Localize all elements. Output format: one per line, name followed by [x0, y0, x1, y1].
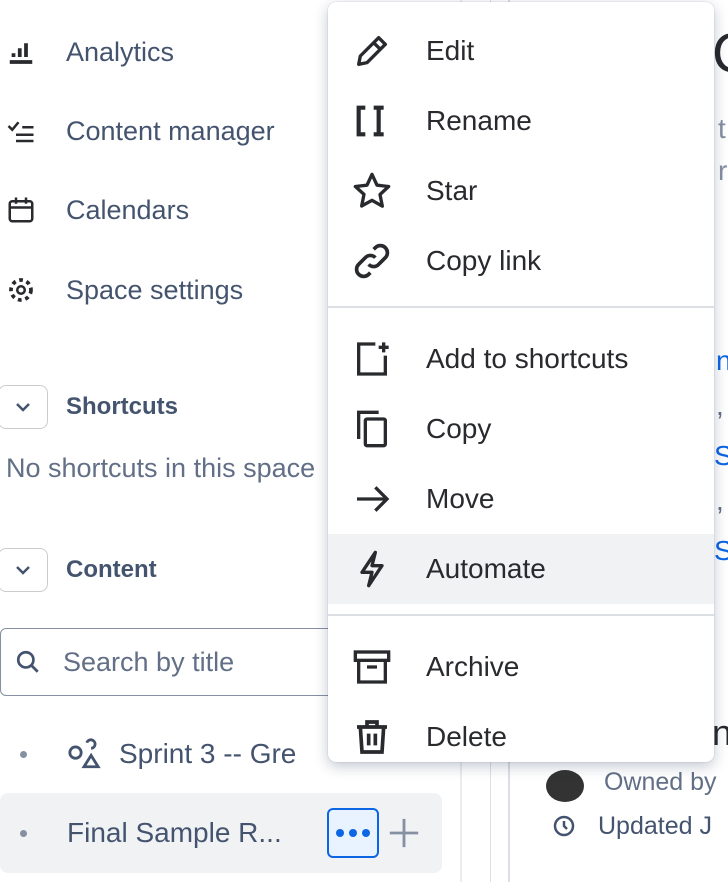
add-shortcut-icon: [357, 342, 389, 376]
context-menu: Edit Rename Star Copy link Add to shortc…: [328, 2, 714, 762]
tree-item-label: Final Sample R...: [67, 817, 282, 848]
sidebar-item-space-settings[interactable]: Space settings: [0, 270, 243, 310]
link-fragment[interactable]: S: [714, 440, 728, 472]
text-fragment: t: [718, 113, 726, 144]
nav-label: Space settings: [66, 274, 244, 305]
nav-label: Calendars: [66, 194, 190, 225]
link-icon: [354, 243, 390, 279]
trash-icon: [357, 720, 387, 754]
calendar-icon: [8, 197, 34, 223]
checklist-icon: [7, 121, 34, 143]
menu-item-copy[interactable]: Copy: [328, 394, 714, 464]
menu-item-label: Copy link: [426, 245, 542, 276]
shortcuts-section-header[interactable]: Shortcuts: [0, 385, 178, 429]
menu-item-label: Copy: [426, 413, 492, 444]
chevron-down-icon[interactable]: [0, 385, 48, 429]
nav-label: Analytics: [66, 36, 175, 67]
archive-icon: [353, 650, 391, 684]
menu-item-archive[interactable]: Archive: [328, 632, 714, 702]
menu-item-automate[interactable]: Automate: [328, 534, 714, 604]
menu-item-add-to-shortcuts[interactable]: Add to shortcuts: [328, 324, 714, 394]
menu-divider: [328, 614, 714, 616]
shortcuts-empty-text: No shortcuts in this space: [6, 453, 316, 483]
avatar: [546, 770, 584, 802]
text-fragment: ,: [716, 390, 724, 421]
link-fragment[interactable]: n: [716, 345, 728, 377]
menu-item-label: Move: [426, 483, 495, 514]
rename-icon: [356, 105, 384, 137]
plus-icon[interactable]: [387, 816, 421, 850]
text-fragment: r: [718, 155, 728, 186]
menu-item-delete[interactable]: Delete: [328, 702, 714, 772]
menu-item-label: Automate: [426, 553, 546, 584]
pencil-icon: [357, 36, 387, 67]
bullet-icon: [20, 829, 27, 837]
owner-text: Owned by: [604, 768, 717, 796]
search-placeholder: Search by title: [63, 646, 235, 677]
sidebar-item-content-manager[interactable]: Content manager: [0, 111, 275, 151]
menu-item-label: Star: [426, 175, 478, 206]
nav-label: Content manager: [66, 115, 275, 146]
menu-item-label: Rename: [426, 105, 532, 136]
updated-text: Updated J: [598, 812, 712, 840]
menu-item-label: Archive: [426, 651, 520, 682]
copy-icon: [357, 410, 387, 448]
clock-icon: [553, 815, 575, 837]
lightning-icon: [360, 550, 384, 588]
section-title: Shortcuts: [66, 393, 179, 420]
menu-item-copy-link[interactable]: Copy link: [328, 226, 714, 296]
arrow-right-icon: [357, 486, 390, 512]
page-title-fragment: C: [712, 20, 728, 85]
search-input[interactable]: Search by title: [0, 628, 360, 696]
tree-item-selected[interactable]: Final Sample R...: [0, 793, 442, 873]
section-title: Content: [66, 556, 157, 583]
more-actions-button[interactable]: [327, 808, 379, 858]
heading-fragment: n: [712, 712, 728, 753]
sidebar-item-calendars[interactable]: Calendars: [0, 190, 189, 230]
bullet-icon: [20, 750, 27, 758]
menu-item-label: Edit: [426, 35, 475, 66]
menu-item-rename[interactable]: Rename: [328, 86, 714, 156]
menu-item-edit[interactable]: Edit: [328, 16, 714, 86]
content-section-header[interactable]: Content: [0, 548, 157, 592]
chevron-down-icon[interactable]: [0, 548, 48, 592]
whiteboard-icon: [68, 738, 101, 769]
menu-divider: [328, 306, 714, 308]
menu-item-move[interactable]: Move: [328, 464, 714, 534]
tree-item-label: Sprint 3 -- Gre: [119, 738, 297, 769]
menu-item-label: Delete: [426, 721, 507, 752]
link-fragment[interactable]: S: [714, 535, 728, 567]
bar-chart-icon: [9, 43, 33, 64]
sidebar-item-analytics[interactable]: Analytics: [0, 32, 174, 72]
search-icon: [16, 650, 39, 673]
text-fragment: ,: [716, 485, 724, 516]
menu-item-star[interactable]: Star: [328, 156, 714, 226]
gear-icon: [9, 278, 33, 302]
menu-item-label: Add to shortcuts: [426, 343, 629, 374]
star-icon: [353, 172, 391, 208]
